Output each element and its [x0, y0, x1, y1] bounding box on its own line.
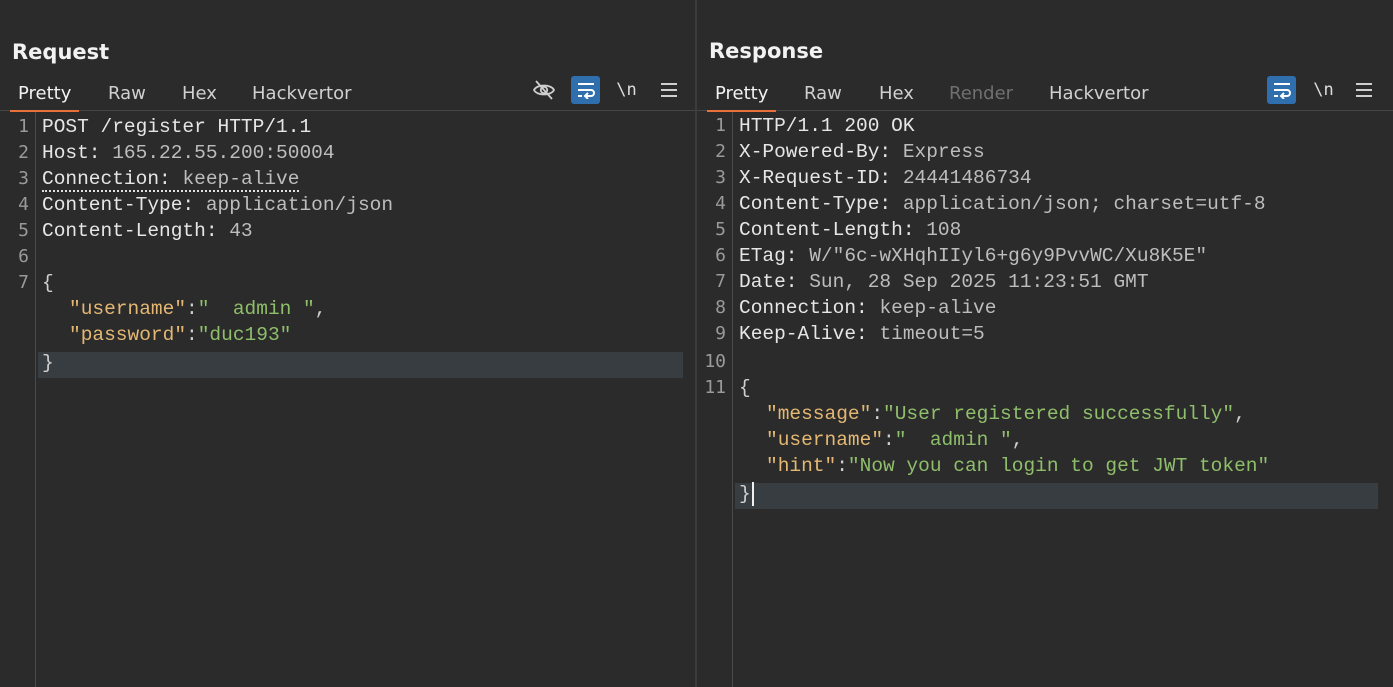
line-number: 9: [715, 323, 726, 344]
response-menu-button[interactable]: [1349, 76, 1378, 104]
hamburger-menu-icon: [1355, 83, 1372, 97]
response-pane: Response Pretty Raw Hex Render Hackverto…: [697, 0, 1393, 687]
line-number: 2: [18, 142, 29, 163]
request-line: Host: 165.22.55.200:50004: [42, 142, 335, 164]
current-line-highlight: [735, 483, 1378, 509]
json-entry: "message":"User registered successfully"…: [766, 403, 1246, 425]
request-pane: Request Pretty Raw Hex Hackvertor \n 1 2…: [0, 0, 695, 687]
line-number: 5: [18, 220, 29, 241]
request-line: Content-Length: 43: [42, 220, 253, 242]
request-line: POST /register HTTP/1.1: [42, 116, 312, 138]
newline-label: \n: [1313, 80, 1334, 100]
request-title: Request: [12, 40, 110, 64]
request-tab-pretty[interactable]: Pretty: [10, 80, 80, 112]
response-line: ETag: W/"6c-wXHqhIIyl6+g6y9PvvWC/Xu8K5E": [739, 245, 1208, 267]
request-editor[interactable]: 1 2 3 4 5 6 7 POST /register HTTP/1.1 Ho…: [0, 112, 695, 687]
response-line-gutter: 1 2 3 4 5 6 7 8 9 10 11: [697, 112, 733, 687]
request-wrap-toggle[interactable]: [571, 76, 600, 104]
line-number: 1: [715, 115, 726, 136]
response-line: Date: Sun, 28 Sep 2025 11:23:51 GMT: [739, 271, 1149, 293]
request-line: Content-Type: application/json: [42, 194, 394, 216]
wrap-lines-icon: [577, 83, 595, 99]
request-line: Connection: keep-alive: [42, 168, 300, 192]
response-line: HTTP/1.1 200 OK: [739, 115, 915, 137]
response-line: Keep-Alive: timeout=5: [739, 323, 985, 345]
request-hide-button[interactable]: [529, 76, 558, 104]
json-entry: "username":" admin ",: [766, 429, 1024, 451]
line-number: 6: [715, 245, 726, 266]
response-newline-toggle[interactable]: \n: [1309, 76, 1338, 104]
line-number: 1: [18, 116, 29, 137]
response-tab-pretty[interactable]: Pretty: [707, 80, 777, 112]
json-entry: "password":"duc193": [69, 324, 292, 346]
response-title: Response: [709, 39, 824, 63]
line-number: 3: [715, 167, 726, 188]
json-entry: "hint":"Now you can login to get JWT tok…: [766, 455, 1270, 477]
line-number: 3: [18, 168, 29, 189]
text-caret: [751, 481, 754, 506]
response-line: Connection: keep-alive: [739, 297, 997, 319]
line-number: 8: [715, 297, 726, 318]
request-newline-toggle[interactable]: \n: [612, 76, 641, 104]
line-number: 4: [18, 194, 29, 215]
newline-label: \n: [616, 80, 637, 100]
response-tab-hex[interactable]: Hex: [871, 80, 922, 111]
response-line: Content-Type: application/json; charset=…: [739, 193, 1266, 215]
response-tab-raw[interactable]: Raw: [796, 80, 850, 111]
wrap-lines-icon: [1273, 83, 1291, 99]
line-number: 7: [715, 271, 726, 292]
json-close-brace: }: [42, 352, 54, 374]
request-tab-hackvertor[interactable]: Hackvertor: [244, 80, 359, 111]
request-menu-button[interactable]: [654, 76, 683, 104]
response-tab-hackvertor[interactable]: Hackvertor: [1041, 80, 1156, 111]
line-number: 6: [18, 246, 29, 267]
line-number: 2: [715, 141, 726, 162]
response-wrap-toggle[interactable]: [1267, 76, 1296, 104]
line-number: 11: [704, 377, 726, 398]
response-line: Content-Length: 108: [739, 219, 962, 241]
response-editor[interactable]: 1 2 3 4 5 6 7 8 9 10 11 HTTP/1.1 200 OK …: [697, 112, 1393, 687]
line-number: 7: [18, 272, 29, 293]
eye-slash-icon: [532, 80, 555, 100]
request-line: {: [42, 272, 54, 294]
current-line-highlight: [38, 352, 683, 378]
response-tab-render: Render: [949, 83, 1014, 104]
request-tab-hex[interactable]: Hex: [174, 80, 225, 111]
line-number: 5: [715, 219, 726, 240]
request-line-gutter: 1 2 3 4 5 6 7: [0, 112, 36, 687]
response-line: X-Request-ID: 24441486734: [739, 167, 1032, 189]
line-number: 10: [704, 351, 726, 372]
json-close-brace: }: [739, 481, 754, 507]
json-entry: "username":" admin ",: [69, 298, 327, 320]
hamburger-menu-icon: [660, 83, 677, 97]
line-number: 4: [715, 193, 726, 214]
request-tab-raw[interactable]: Raw: [100, 80, 154, 111]
response-line: {: [739, 377, 751, 399]
response-line: X-Powered-By: Express: [739, 141, 985, 163]
